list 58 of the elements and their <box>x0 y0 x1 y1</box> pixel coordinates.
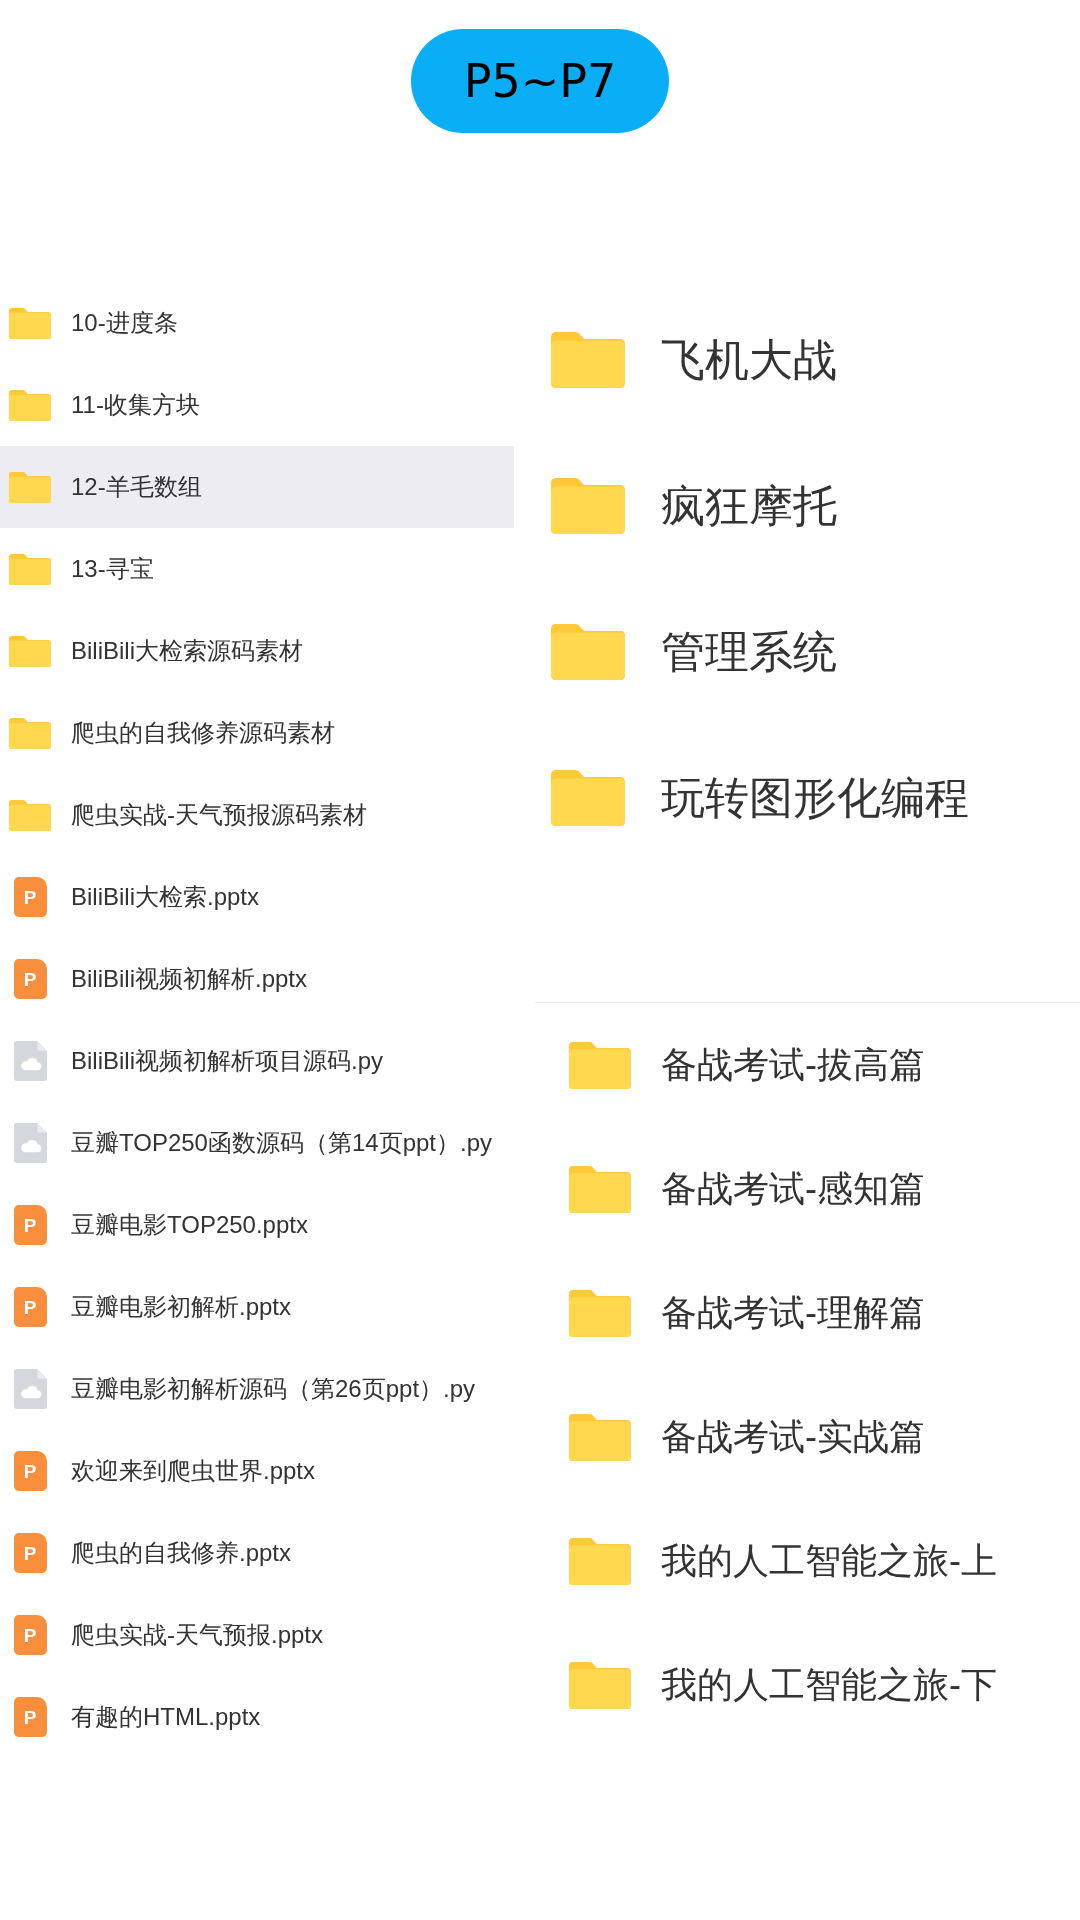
folder-name: 备战考试-拔高篇 <box>661 1043 925 1087</box>
presentation-file-icon: P <box>13 1533 47 1573</box>
file-name: BiliBili视频初解析.pptx <box>71 964 308 994</box>
presentation-file-icon: P <box>13 959 47 999</box>
folder-icon <box>9 717 51 749</box>
file-name: 10-进度条 <box>71 308 178 338</box>
page-range-badge: P5~P7 <box>411 29 669 133</box>
file-name: 爬虫的自我修养.pptx <box>71 1538 292 1568</box>
folder-icon <box>9 471 51 503</box>
file-name: 爬虫的自我修养源码素材 <box>71 718 335 748</box>
folder-icon <box>9 635 51 667</box>
folder-icon <box>569 1537 631 1585</box>
file-row[interactable]: 12-羊毛数组 <box>0 446 514 528</box>
presentation-file-icon: P <box>13 1205 47 1245</box>
folder-icon <box>9 307 51 339</box>
folder-name: 管理系统 <box>661 626 837 678</box>
file-name: BiliBili大检索.pptx <box>71 882 260 912</box>
folder-name: 备战考试-感知篇 <box>661 1167 925 1211</box>
folder-icon <box>551 478 625 534</box>
file-name: 豆瓣电影TOP250.pptx <box>71 1210 308 1240</box>
folder-icon <box>9 389 51 421</box>
folder-icon <box>9 799 51 831</box>
file-name: 13-寻宝 <box>71 554 154 584</box>
presentation-file-icon: P <box>13 877 47 917</box>
file-name: 有趣的HTML.pptx <box>71 1702 261 1732</box>
folder-name: 玩转图形化编程 <box>661 772 969 824</box>
folder-name: 备战考试-实战篇 <box>661 1415 925 1459</box>
file-name: 爬虫实战-天气预报.pptx <box>71 1620 324 1650</box>
folder-name: 疯狂摩托 <box>661 480 837 532</box>
file-name: 豆瓣TOP250函数源码（第14页ppt）.py <box>71 1128 493 1158</box>
folder-icon <box>569 1661 631 1709</box>
folder-name: 我的人工智能之旅-下 <box>661 1663 997 1707</box>
presentation-file-icon: P <box>13 1451 47 1491</box>
file-name: BiliBili视频初解析项目源码.py <box>71 1046 384 1076</box>
cloud-file-icon <box>13 1369 47 1409</box>
folder-icon <box>551 624 625 680</box>
cloud-file-icon <box>13 1123 47 1163</box>
folder-icon <box>569 1041 631 1089</box>
folder-icon <box>569 1289 631 1337</box>
folder-name: 我的人工智能之旅-上 <box>661 1539 997 1583</box>
file-name: BiliBili大检索源码素材 <box>71 636 303 666</box>
folder-icon <box>569 1413 631 1461</box>
file-name: 11-收集方块 <box>71 390 200 420</box>
presentation-file-icon: P <box>13 1615 47 1655</box>
folder-icon <box>9 553 51 585</box>
file-name: 豆瓣电影初解析.pptx <box>71 1292 292 1322</box>
presentation-file-icon: P <box>13 1287 47 1327</box>
file-name: 豆瓣电影初解析源码（第26页ppt）.py <box>71 1374 476 1404</box>
folder-icon <box>551 770 625 826</box>
file-name: 12-羊毛数组 <box>71 472 202 502</box>
folder-icon <box>551 332 625 388</box>
file-name: 欢迎来到爬虫世界.pptx <box>71 1456 316 1486</box>
cloud-file-icon <box>13 1041 47 1081</box>
file-name: 爬虫实战-天气预报源码素材 <box>71 800 367 830</box>
folder-name: 飞机大战 <box>661 334 837 386</box>
folder-icon <box>569 1165 631 1213</box>
folder-name: 备战考试-理解篇 <box>661 1291 925 1335</box>
presentation-file-icon: P <box>13 1697 47 1737</box>
